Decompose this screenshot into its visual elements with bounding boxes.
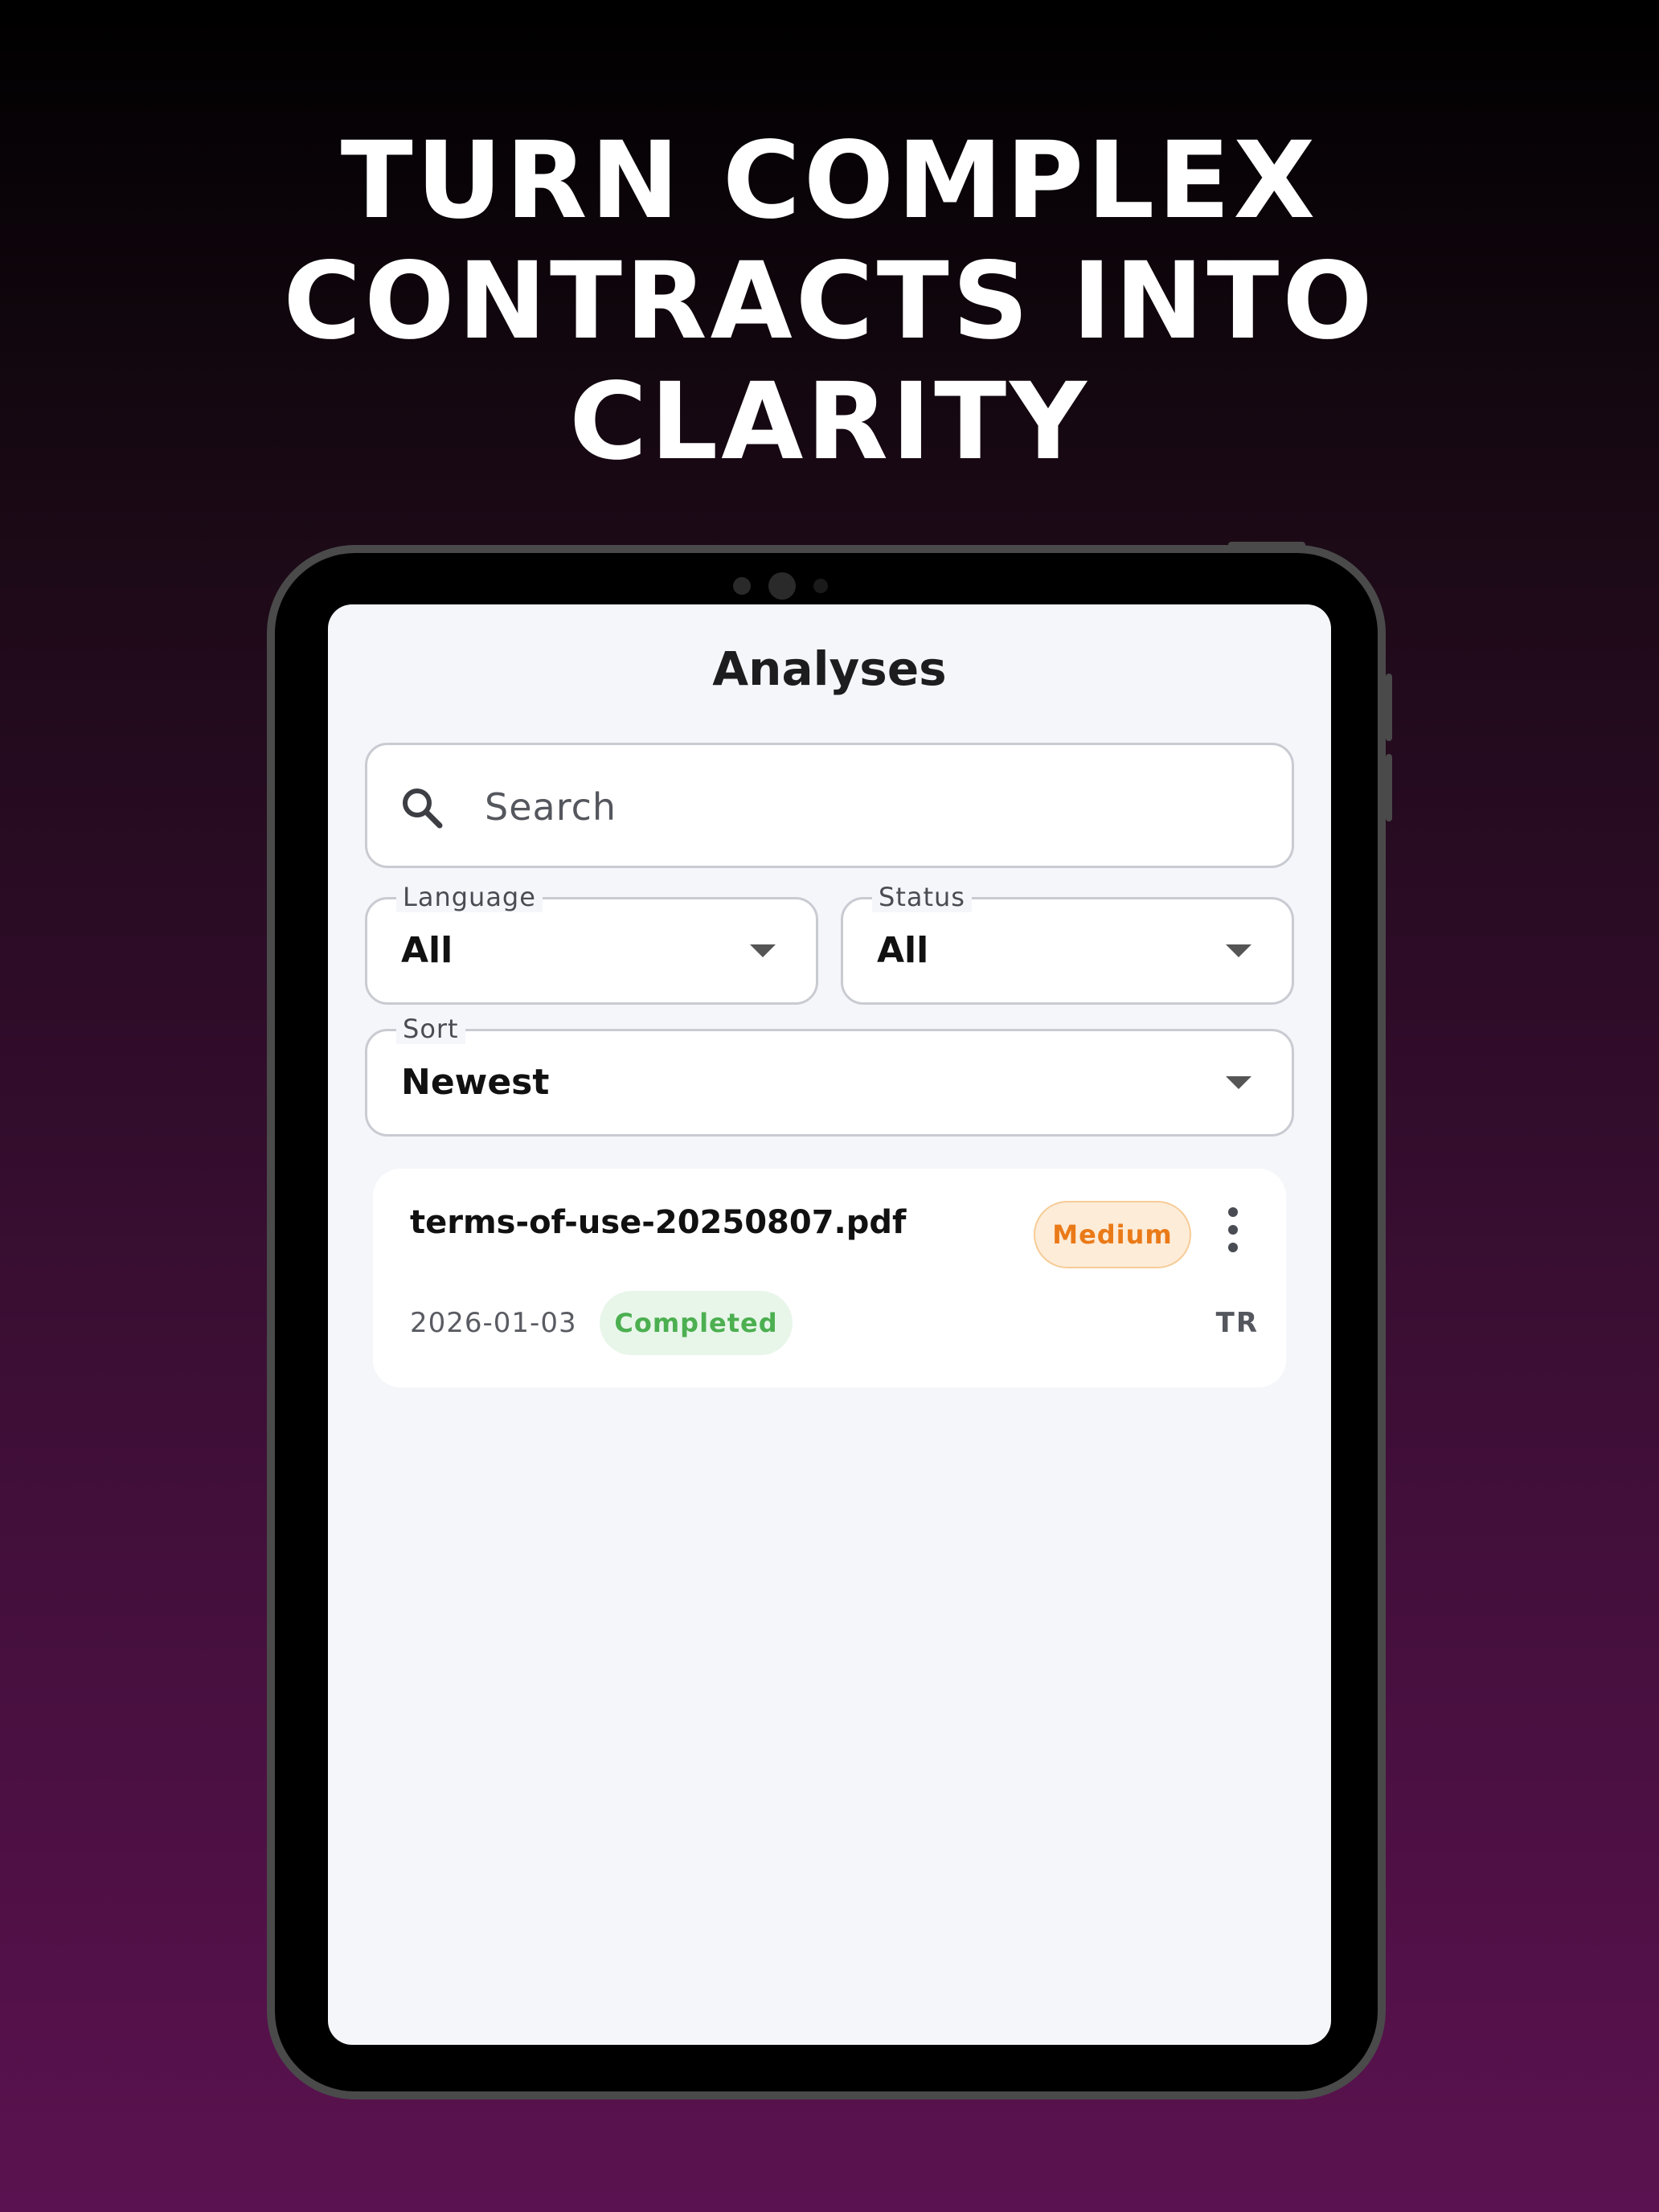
language-code: TR [1215,1307,1259,1339]
language-filter-dropdown[interactable]: Language All [365,882,818,1005]
chevron-down-icon [1226,1076,1251,1089]
language-filter-value: All [401,930,453,971]
status-filter-dropdown[interactable]: Status All [841,882,1294,1005]
search-input[interactable]: Search [365,743,1294,868]
language-filter-label: Language [396,882,543,912]
status-filter-value: All [877,930,929,971]
tablet-top-button [1228,542,1305,548]
sort-value: Newest [401,1062,550,1103]
tablet-frame: Analyses Search Language All Status All … [267,542,1392,2099]
page-title: Analyses [712,641,947,696]
sort-dropdown[interactable]: Sort Newest [365,1014,1294,1137]
camera-bar [275,571,1378,603]
front-camera [768,572,796,600]
more-options-icon[interactable] [1222,1204,1244,1256]
headline-line-2: CONTRACTS INTO [283,240,1376,363]
headline-line-1: TURN COMPLEX [340,119,1319,243]
status-filter-label: Status [872,882,972,912]
analysis-date: 2026-01-03 [410,1307,577,1339]
tablet-volume-up-button [1386,674,1392,741]
light-sensor [813,579,828,593]
status-badge: Completed [600,1291,793,1355]
headline-line-3: CLARITY [569,360,1090,484]
analysis-card[interactable]: terms-of-use-20250807.pdf Medium 2026-01… [373,1169,1286,1387]
chevron-down-icon [1226,944,1251,957]
analysis-file-name: terms-of-use-20250807.pdf [410,1204,907,1241]
tablet-volume-down-button [1386,754,1392,821]
promo-headline: TURN COMPLEX CONTRACTS INTO CLARITY [0,121,1659,482]
app-screen: Analyses Search Language All Status All … [328,604,1331,2045]
sensor-dot [733,577,751,595]
search-placeholder: Search [485,785,617,829]
chevron-down-icon [750,944,776,957]
sort-label: Sort [396,1014,465,1044]
search-icon [403,789,443,829]
risk-badge: Medium [1034,1201,1191,1268]
